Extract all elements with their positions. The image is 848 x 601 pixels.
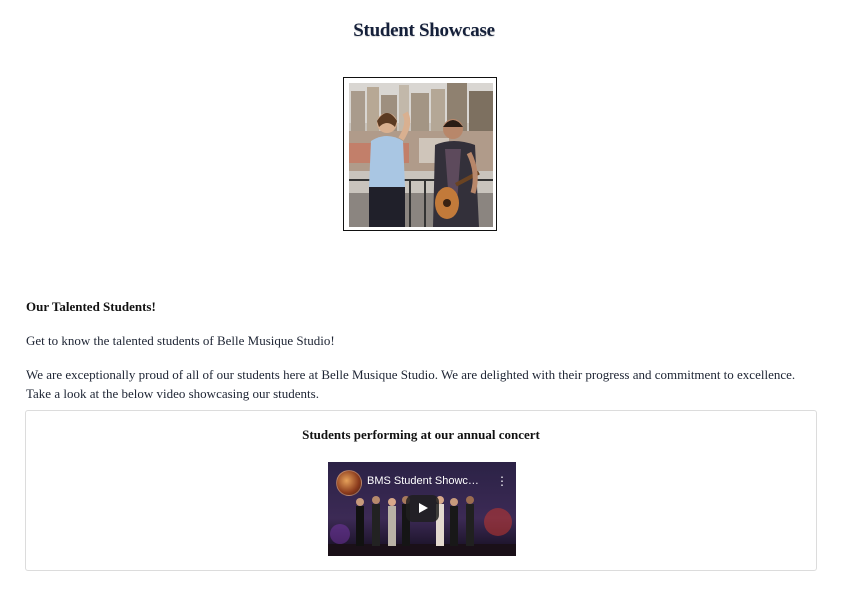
video-card: Students performing at our annual concer… xyxy=(25,410,817,571)
video-title[interactable]: BMS Student Showcase xyxy=(367,475,479,487)
more-options-icon[interactable]: ⋮ xyxy=(496,474,508,488)
page: Student Showcase Our Talented Students! … xyxy=(0,0,848,601)
play-icon[interactable] xyxy=(406,495,439,522)
page-title: Student Showcase xyxy=(353,20,495,41)
channel-avatar[interactable] xyxy=(336,470,362,496)
student-duo-photo-icon xyxy=(349,83,493,227)
intro-text: Get to know the talented students of Bel… xyxy=(26,333,335,348)
section-heading: Our Talented Students! xyxy=(26,299,156,314)
video-caption: Students performing at our annual concer… xyxy=(302,427,540,442)
body-text: We are exceptionally proud of all of our… xyxy=(26,367,796,401)
hero-photo xyxy=(343,77,497,231)
video-player[interactable]: BMS Student Showcase ⋮ xyxy=(328,462,516,556)
